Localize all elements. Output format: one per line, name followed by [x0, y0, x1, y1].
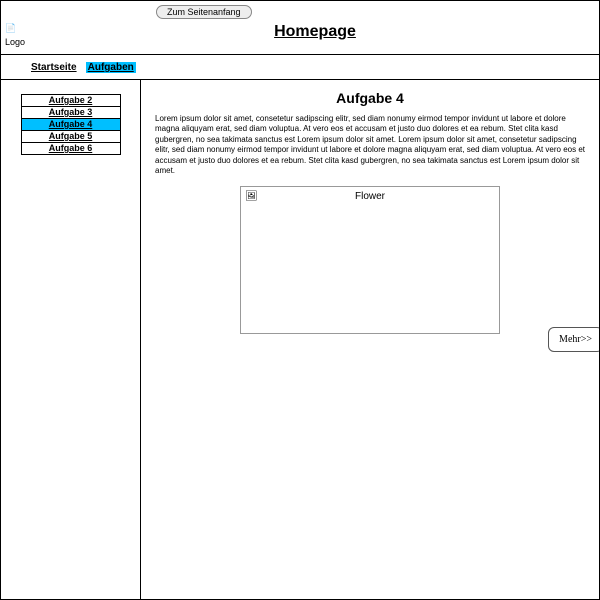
main-nav: Startseite Aufgaben: [1, 55, 599, 80]
sidebar-item-aufgabe-5[interactable]: Aufgabe 5: [21, 131, 121, 143]
nav-tasks[interactable]: Aufgaben: [86, 62, 136, 73]
content-heading: Aufgabe 4: [155, 90, 585, 106]
header: Logo Homepage: [1, 19, 599, 55]
more-button[interactable]: Mehr>>: [548, 327, 599, 352]
content-area: Aufgabe 4 Lorem ipsum dolor sit amet, co…: [141, 80, 599, 599]
site-title-link[interactable]: Homepage: [274, 23, 356, 40]
scroll-top-button[interactable]: Zum Seitenanfang: [156, 5, 252, 19]
sidebar-item-aufgabe-2[interactable]: Aufgabe 2: [21, 94, 121, 107]
nav-home[interactable]: Startseite: [31, 62, 77, 73]
sidebar-item-aufgabe-4[interactable]: Aufgabe 4: [21, 119, 121, 131]
content-paragraph: Lorem ipsum dolor sit amet, consetetur s…: [155, 114, 585, 176]
sidebar-item-aufgabe-3[interactable]: Aufgabe 3: [21, 107, 121, 119]
content-image: Flower: [240, 186, 500, 334]
sidebar: Aufgabe 2 Aufgabe 3 Aufgabe 4 Aufgabe 5 …: [1, 80, 141, 599]
logo-image: Logo: [5, 21, 33, 35]
sidebar-item-aufgabe-6[interactable]: Aufgabe 6: [21, 143, 121, 155]
